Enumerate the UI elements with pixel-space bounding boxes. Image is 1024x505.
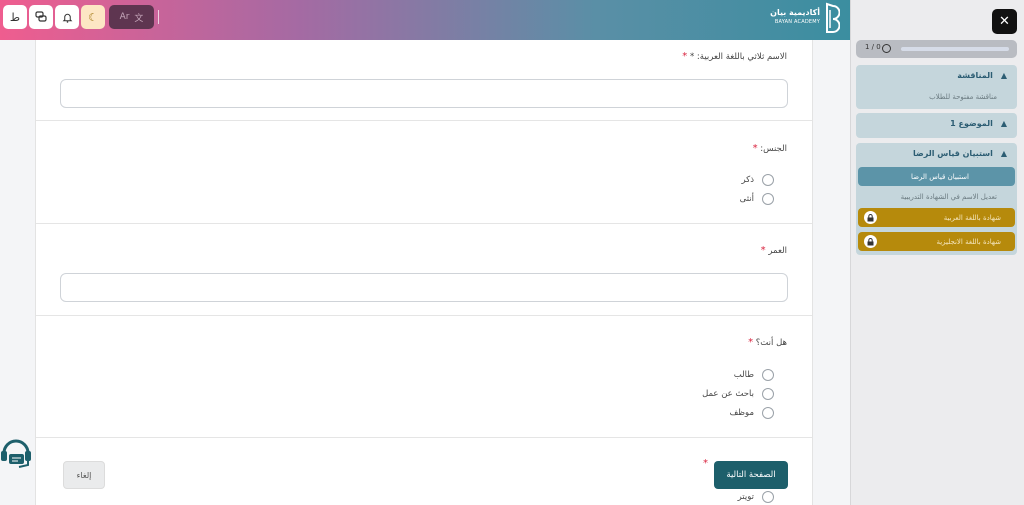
profile-button[interactable]: ط	[3, 5, 27, 29]
sidebar-item-arabic-certificate[interactable]: شهادة باللغة العربية	[858, 208, 1015, 227]
full-name-input[interactable]	[60, 79, 788, 108]
divider	[158, 10, 159, 24]
lock-icon	[864, 211, 877, 224]
required-marker: *	[703, 458, 708, 469]
source-option-twitter[interactable]: تويتر	[738, 490, 774, 504]
logo-mark	[826, 2, 840, 33]
sidebar-item-english-certificate[interactable]: شهادة باللغة الانجليزية	[858, 232, 1015, 251]
lock-icon	[864, 235, 877, 248]
question-age: العمر *	[36, 224, 812, 316]
logo-arabic: أكاديمية بيان	[770, 8, 820, 17]
language-switch[interactable]: Ar 文	[109, 5, 154, 29]
radio-button[interactable]	[762, 193, 774, 205]
chat-icon	[35, 11, 47, 22]
bayan-academy-logo[interactable]: أكاديمية بيان BAYAN ACADEMY	[770, 2, 842, 34]
notifications-button[interactable]	[55, 5, 79, 29]
question-full-name: الاسم ثلاثي باللغة العربية: * *	[36, 40, 812, 121]
radio-button[interactable]	[762, 491, 774, 503]
sidebar-section-discussion[interactable]: ▲ المناقشة مناقشة مفتوحة للطلاب	[856, 65, 1017, 109]
language-label: Ar	[119, 12, 130, 22]
chevron-up-icon: ▲	[1000, 71, 1007, 80]
course-progress: 1 / 0	[856, 40, 1017, 58]
next-page-button[interactable]: الصفحة التالية	[714, 461, 788, 489]
gender-option-male[interactable]: ذكر	[741, 173, 774, 187]
radio-button[interactable]	[762, 407, 774, 419]
sidebar-item-satisfaction-survey[interactable]: استبيان قياس الرضا	[858, 167, 1015, 186]
occupation-option-employee[interactable]: موظف	[729, 406, 774, 420]
progress-bar	[901, 47, 1009, 51]
radio-button[interactable]	[762, 174, 774, 186]
gender-option-female[interactable]: أنثى	[740, 192, 774, 206]
chat-button[interactable]	[29, 5, 53, 29]
bell-icon	[62, 13, 72, 23]
moon-icon: ☾	[88, 10, 98, 24]
clock-icon	[882, 44, 891, 53]
theme-toggle-button[interactable]: ☾	[81, 5, 105, 29]
top-header: ط ☾ Ar 文 أكاديمية بيان BAYAN ACADEMY	[0, 0, 850, 40]
translate-icon: 文	[134, 13, 144, 24]
cancel-button[interactable]: إلغاء	[63, 461, 105, 489]
logo-english: BAYAN ACADEMY	[774, 19, 820, 25]
question-occupation: هل أنت؟ * طالب باحث عن عمل موظف	[36, 316, 812, 438]
radio-button[interactable]	[762, 388, 774, 400]
radio-button[interactable]	[762, 369, 774, 381]
progress-count: 1 / 0	[865, 43, 881, 51]
occupation-option-student[interactable]: طالب	[734, 368, 774, 382]
sidebar-section-topic-1[interactable]: ▲ الموضوع 1	[856, 113, 1017, 138]
question-label: هل أنت؟ *	[748, 337, 787, 348]
question-label: الاسم ثلاثي باللغة العربية: * *	[682, 51, 787, 62]
close-button[interactable]: ✕	[992, 9, 1017, 34]
sidebar-item-edit-certificate-name[interactable]: تعديل الاسم في الشهادة التدريبية	[901, 193, 997, 201]
sidebar-item-open-discussion[interactable]: مناقشة مفتوحة للطلاب	[929, 93, 997, 101]
chevron-up-icon: ▲	[1000, 149, 1007, 158]
close-icon: ✕	[999, 14, 1010, 29]
survey-form: الاسم ثلاثي باللغة العربية: * * الجنس: *…	[35, 40, 813, 505]
support-headset-icon[interactable]	[0, 434, 32, 472]
question-label: الجنس: *	[752, 143, 787, 154]
question-label: العمر *	[760, 245, 787, 256]
question-gender: الجنس: * ذكر أنثى	[36, 121, 812, 224]
age-input[interactable]	[60, 273, 788, 302]
chevron-up-icon: ▲	[1000, 119, 1007, 128]
occupation-option-job-seeker[interactable]: باحث عن عمل	[702, 387, 774, 401]
